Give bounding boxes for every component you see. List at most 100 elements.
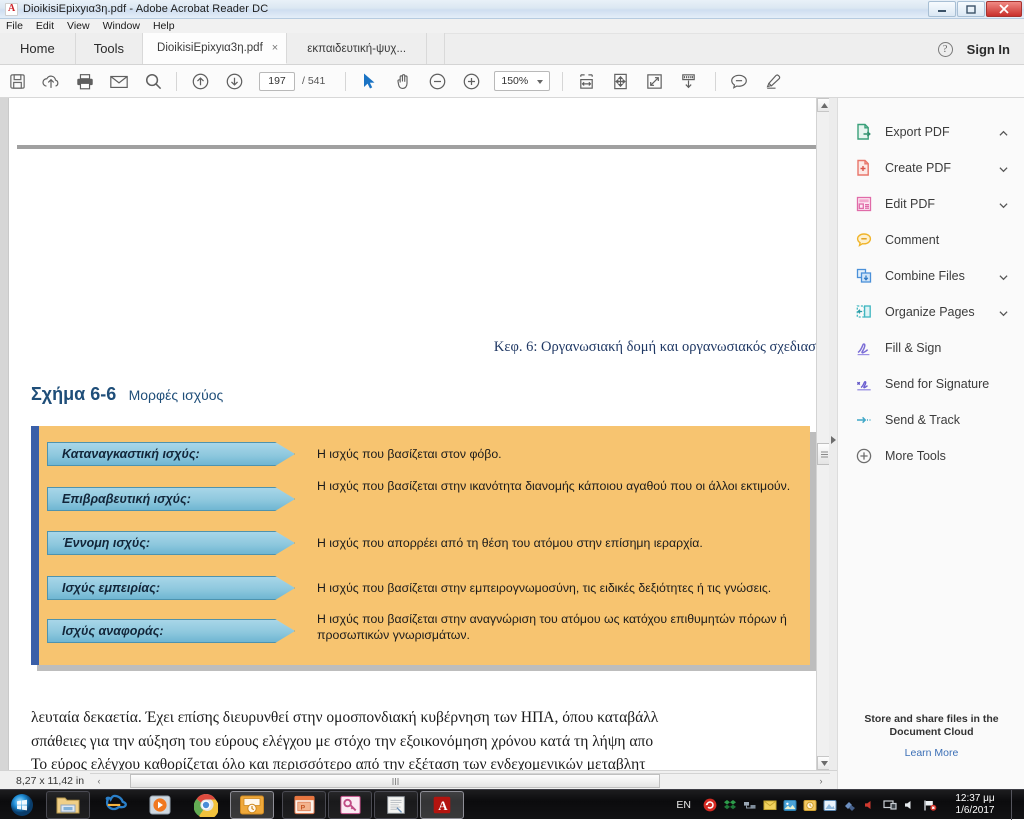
menu-item-file[interactable]: File <box>6 19 23 34</box>
window-title: DioikisiEpixyια3η.pdf - Adobe Acrobat Re… <box>23 3 269 15</box>
minimize-button[interactable] <box>928 1 956 17</box>
tools-panel: Export PDF Create PDF Edit PDF Comment C… <box>837 98 1024 789</box>
tool-combine-files[interactable]: Combine Files <box>838 258 1024 294</box>
zoom-level-select[interactable]: 150% <box>494 71 551 91</box>
figure-row-label: Έννομη ισχύς: <box>47 531 295 555</box>
figure-row-desc: Η ισχύς που βασίζεται στον φόβο. <box>317 447 502 461</box>
tool-fill-and-sign[interactable]: Fill & Sign <box>838 330 1024 366</box>
taskbar-google-chrome-icon[interactable] <box>184 791 228 819</box>
tool-send-for-signature[interactable]: Send for Signature <box>838 366 1024 402</box>
tab-home[interactable]: Home <box>0 33 76 64</box>
flag-alert-icon[interactable] <box>922 798 937 813</box>
tool-create-pdf[interactable]: Create PDF <box>838 150 1024 186</box>
chevron-down-icon[interactable] <box>999 163 1008 173</box>
yellow-app-icon[interactable] <box>802 798 817 813</box>
print-icon[interactable] <box>68 65 102 98</box>
zoom-in-icon[interactable] <box>454 65 488 98</box>
figure-row-label: Καταναγκαστική ισχύς: <box>47 442 295 466</box>
taskbar-acrobat-reader-icon[interactable]: A <box>420 790 464 819</box>
windows-start-icon[interactable] <box>0 791 44 819</box>
show-desktop-button[interactable] <box>1011 790 1020 820</box>
display-icon[interactable] <box>882 798 897 813</box>
taskbar-internet-explorer-icon[interactable] <box>92 791 136 819</box>
tab-tools[interactable]: Tools <box>75 33 144 64</box>
menu-bar: File Edit View Window Help <box>0 19 1024 34</box>
taskbar-media-player-icon[interactable] <box>138 791 182 819</box>
sync-red-icon[interactable] <box>702 798 717 813</box>
arrow-down-circle-icon[interactable] <box>217 65 251 98</box>
full-screen-icon[interactable] <box>637 65 671 98</box>
horizontal-scrollbar[interactable]: ‹ › <box>90 773 830 788</box>
printer-icon[interactable] <box>842 798 857 813</box>
taskbar-outlook-icon[interactable] <box>230 790 274 819</box>
close-icon[interactable]: × <box>272 42 278 54</box>
zoom-out-icon[interactable] <box>420 65 454 98</box>
email-icon[interactable] <box>102 65 136 98</box>
network-icon[interactable] <box>742 798 757 813</box>
dropbox-icon[interactable] <box>722 798 737 813</box>
select-cursor-icon[interactable] <box>352 65 386 98</box>
vertical-scrollbar[interactable] <box>816 98 831 770</box>
document-tab-dioikisi[interactable]: DioikisiEpixyια3η.pdf × <box>143 33 288 64</box>
highlight-pen-icon[interactable] <box>756 65 790 98</box>
taskbar-clock[interactable]: 12:37 μμ 1/6/2017 <box>948 793 1002 817</box>
hscroll-left-button[interactable]: ‹ <box>92 774 106 788</box>
figure-row-desc: Η ισχύς που βασίζεται στην εμπειρογνωμοσ… <box>317 581 772 595</box>
tool-more-tools[interactable]: More Tools <box>838 438 1024 474</box>
right-panel-toggle[interactable] <box>829 98 837 770</box>
comment-icon[interactable] <box>722 65 756 98</box>
upload-cloud-icon[interactable] <box>34 65 68 98</box>
figure-body: Καταναγκαστική ισχύς: Η ισχύς που βασίζε… <box>39 426 810 665</box>
acrobat-icon <box>5 2 18 16</box>
fit-width-icon[interactable] <box>569 65 603 98</box>
pdf-page: Κεφ. 6: Οργανωσιακή δομή και οργανωσιακό… <box>8 98 824 770</box>
help-icon[interactable]: ? <box>937 42 953 57</box>
figure-row-desc: Η ισχύς που απορρέει από τη θέση του ατό… <box>317 536 703 550</box>
volume-icon[interactable] <box>902 798 917 813</box>
close-button[interactable] <box>986 1 1022 17</box>
system-tray: EN 12:37 μμ 1/6/2017 <box>676 790 1024 820</box>
tool-edit-pdf[interactable]: Edit PDF <box>838 186 1024 222</box>
tab-strip-filler <box>427 33 446 64</box>
hand-icon[interactable] <box>386 65 420 98</box>
document-viewer[interactable]: Κεφ. 6: Οργανωσιακή δομή και οργανωσιακό… <box>0 98 845 770</box>
hscroll-right-button[interactable]: › <box>814 774 828 788</box>
tool-label: Edit PDF <box>885 197 936 211</box>
horizontal-scrollbar-thumb[interactable] <box>130 774 660 788</box>
maximize-button[interactable] <box>957 1 985 17</box>
document-tab-ekpaideftiki[interactable]: εκπαιδευτική-ψυχ... <box>287 33 428 64</box>
tool-send-and-track[interactable]: Send & Track <box>838 402 1024 438</box>
taskbar-notepad-doc-icon[interactable] <box>374 790 418 819</box>
arrow-up-circle-icon[interactable] <box>183 65 217 98</box>
chevron-down-icon[interactable] <box>999 271 1008 281</box>
menu-item-window[interactable]: Window <box>103 19 140 34</box>
speaker-mute-icon[interactable] <box>862 798 877 813</box>
tool-comment[interactable]: Comment <box>838 222 1024 258</box>
scroll-mode-icon[interactable] <box>671 65 705 98</box>
taskbar-file-explorer-icon[interactable] <box>46 790 90 819</box>
chevron-down-icon[interactable] <box>999 307 1008 317</box>
tool-export-pdf[interactable]: Export PDF <box>838 114 1024 150</box>
menu-item-help[interactable]: Help <box>153 19 175 34</box>
menu-item-view[interactable]: View <box>67 19 90 34</box>
save-icon[interactable] <box>0 65 34 98</box>
blue-app-icon[interactable] <box>822 798 837 813</box>
photo-icon[interactable] <box>782 798 797 813</box>
body-paragraph: λευταία δεκαετία. Έχει επίσης διευρυνθεί… <box>31 706 816 770</box>
taskbar-access-key-icon[interactable] <box>328 790 372 819</box>
learn-more-link[interactable]: Learn More <box>838 747 1024 759</box>
page-number-input[interactable]: 197 <box>259 71 295 91</box>
fill-sign-icon <box>854 338 874 358</box>
taskbar-powerpoint-icon[interactable]: P <box>282 790 326 819</box>
mail-icon[interactable] <box>762 798 777 813</box>
search-icon[interactable] <box>136 65 170 98</box>
menu-item-edit[interactable]: Edit <box>36 19 54 34</box>
chevron-up-icon[interactable] <box>999 127 1008 136</box>
sign-in-button[interactable]: Sign In <box>967 42 1010 57</box>
language-indicator[interactable]: EN <box>676 799 691 811</box>
fit-page-icon[interactable] <box>603 65 637 98</box>
organize-pages-icon <box>854 302 874 322</box>
chevron-down-icon[interactable] <box>999 199 1008 209</box>
tool-organize-pages[interactable]: Organize Pages <box>838 294 1024 330</box>
running-head: Κεφ. 6: Οργανωσιακή δομή και οργανωσιακό… <box>493 339 816 355</box>
